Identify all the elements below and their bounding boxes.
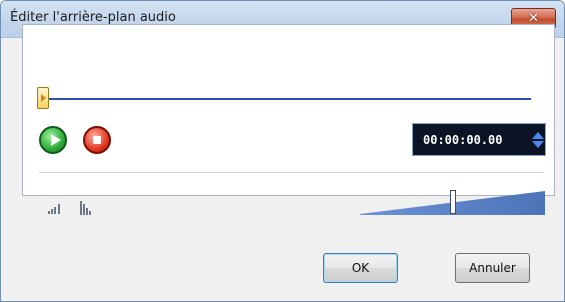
window-title: Éditer l'arrière-plan audio <box>10 10 176 25</box>
volume-high-icon <box>80 201 100 215</box>
up-down-spinner-icon[interactable] <box>532 132 544 148</box>
volume-low-icon <box>48 204 68 214</box>
volume-slider-thumb[interactable] <box>450 190 456 214</box>
timeline-track[interactable] <box>47 98 531 100</box>
timeline-scrubber-handle[interactable] <box>37 87 49 109</box>
play-button[interactable] <box>39 126 67 154</box>
timecode-value: 00:00:00.00 <box>423 132 503 147</box>
timecode-field[interactable]: 00:00:00.00 <box>412 123 546 156</box>
spin-up-icon[interactable] <box>532 132 544 139</box>
divider <box>39 172 544 173</box>
ok-button[interactable]: OK <box>323 253 398 283</box>
audio-panel <box>22 24 555 196</box>
cancel-button[interactable]: Annuler <box>455 253 530 283</box>
stop-button[interactable] <box>83 126 111 154</box>
spin-down-icon[interactable] <box>532 141 544 148</box>
